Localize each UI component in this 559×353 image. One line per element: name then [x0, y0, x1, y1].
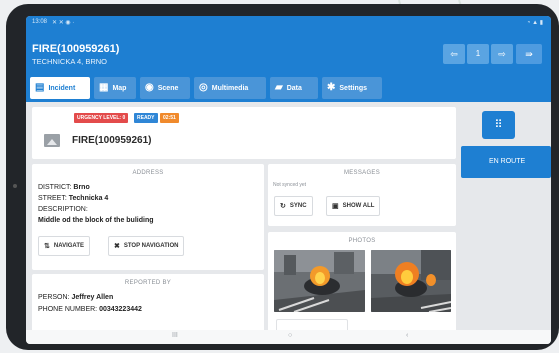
tab-map[interactable]: ▦ Map — [94, 77, 136, 99]
ready-badge: READY — [134, 113, 158, 123]
sync-icon: ↻ — [280, 203, 286, 210]
camera-icon: ◎ — [199, 82, 208, 93]
page-subtitle: TECHNICKA 4, BRNO — [32, 57, 108, 66]
district-value: Brno — [73, 184, 90, 191]
incident-title: FIRE(100959261) — [72, 135, 152, 146]
reported-by-title: REPORTED BY — [124, 280, 172, 286]
phone-value: 00343223442 — [99, 306, 142, 313]
app-header: 13:08 ✕ ✕ ◉ · ◔ ▲ ▮ FIRE(100959261) TECH… — [26, 16, 551, 73]
person-value: Jeffrey Allen — [71, 294, 114, 301]
photo-thumbnail[interactable] — [274, 250, 365, 312]
incident-header-card: URGENCY LEVEL: 0 READY 02:51 FIRE(100959… — [32, 107, 456, 159]
pin-off-icon: ✖ — [114, 243, 120, 250]
camera-dot — [13, 184, 17, 188]
back-button[interactable]: ‹ — [406, 332, 408, 339]
tab-label: Map — [112, 84, 127, 92]
show-all-button[interactable]: ▣ SHOW ALL — [326, 196, 381, 216]
prev-button[interactable]: ⇦ — [443, 44, 465, 64]
stop-navigation-button[interactable]: ✖ STOP NAVIGATION — [108, 236, 185, 256]
map-icon: ▦ — [99, 82, 109, 93]
tab-incident[interactable]: ▤ Incident — [30, 77, 90, 99]
messages-card: MESSAGES Not synced yet ↻ SYNC ▣ SHOW AL… — [268, 164, 456, 226]
page-number: 1 — [467, 44, 489, 64]
recent-apps-button[interactable]: III — [172, 332, 178, 339]
status-icons-left: ✕ ✕ ◉ · — [52, 20, 75, 26]
person-row: PERSON: Jeffrey Allen — [38, 294, 113, 301]
address-title: ADDRESS — [132, 170, 164, 176]
urgency-badge: URGENCY LEVEL: 0 — [74, 113, 129, 123]
arrow-right-icon: ⇨ — [498, 49, 506, 59]
tablet-frame: 13:08 ✕ ✕ ◉ · ◔ ▲ ▮ FIRE(100959261) TECH… — [6, 4, 559, 350]
street-row: STREET: Technicka 4 — [38, 195, 108, 202]
show-all-label: SHOW ALL — [342, 203, 375, 209]
tab-data[interactable]: ▰ Data — [270, 77, 318, 99]
photo-thumbnail[interactable] — [371, 250, 451, 312]
street-value: Technicka 4 — [68, 195, 109, 202]
home-button[interactable]: ○ — [288, 332, 292, 339]
system-status-bar: 13:08 ✕ ✕ ◉ · ◔ ▲ ▮ — [26, 16, 551, 30]
sync-label: SYNC — [289, 203, 307, 209]
tab-label: Multimedia — [211, 84, 249, 92]
pin-icon: ◉ — [145, 82, 154, 93]
tab-label: Data — [286, 84, 302, 92]
exit-icon: ⇛ — [525, 49, 533, 59]
person-label: PERSON: — [38, 294, 70, 301]
navigate-button[interactable]: ⇅ NAVIGATE — [38, 236, 90, 256]
messages-title: MESSAGES — [343, 170, 381, 176]
district-label: DISTRICT: — [38, 184, 72, 191]
description-label: DESCRIPTION: — [38, 206, 88, 213]
system-nav-bar: III ○ ‹ — [26, 330, 551, 344]
phone-row: PHONE NUMBER: 00343223442 — [38, 306, 142, 313]
tab-bar: ▤ Incident ▦ Map ◉ Scene ◎ Multimedia ▰ — [26, 73, 551, 102]
tab-multimedia[interactable]: ◎ Multimedia — [194, 77, 266, 99]
tab-settings[interactable]: ✱ Settings — [322, 77, 382, 99]
page-title: FIRE(100959261) — [32, 43, 120, 55]
dialpad-icon: ⠿ — [494, 119, 503, 131]
navigate-icon: ⇅ — [44, 243, 50, 250]
arrow-left-icon: ⇦ — [450, 49, 458, 59]
exit-button[interactable]: ⇛ — [516, 44, 542, 64]
clipboard-icon: ▤ — [35, 82, 45, 93]
district-row: DISTRICT: Brno — [38, 184, 90, 191]
side-panel — [459, 107, 551, 337]
status-time: 13:08 — [32, 19, 48, 25]
app-screen: 13:08 ✕ ✕ ◉ · ◔ ▲ ▮ FIRE(100959261) TECH… — [26, 16, 551, 344]
sync-status: Not synced yet — [273, 182, 307, 188]
scene: 13:08 ✕ ✕ ◉ · ◔ ▲ ▮ FIRE(100959261) TECH… — [0, 0, 559, 353]
dialpad-button[interactable]: ⠿ — [482, 111, 515, 139]
phone-label: PHONE NUMBER: — [38, 306, 98, 313]
stop-navigation-label: STOP NAVIGATION — [123, 243, 179, 249]
en-route-button[interactable]: EN ROUTE — [461, 146, 551, 178]
photos-title: PHOTOS — [348, 238, 376, 244]
street-label: STREET: — [38, 195, 67, 202]
status-icons-right: ◔ ▲ ▮ — [526, 20, 543, 26]
tab-label: Incident — [48, 84, 76, 92]
tab-label: Scene — [157, 84, 179, 92]
timer-badge: 02:51 — [160, 113, 179, 123]
address-card: ADDRESS DISTRICT: Brno STREET: Technicka… — [32, 164, 264, 270]
tab-scene[interactable]: ◉ Scene — [140, 77, 190, 99]
folder-icon: ▰ — [275, 82, 283, 93]
message-icon: ▣ — [332, 203, 339, 210]
description-value: Middle od the block of the buliding — [38, 217, 154, 224]
image-icon — [44, 134, 60, 147]
tab-label: Settings — [339, 84, 368, 92]
navigate-label: NAVIGATE — [53, 243, 84, 249]
next-button[interactable]: ⇨ — [491, 44, 513, 64]
sync-button[interactable]: ↻ SYNC — [274, 196, 313, 216]
gear-icon: ✱ — [327, 82, 336, 93]
